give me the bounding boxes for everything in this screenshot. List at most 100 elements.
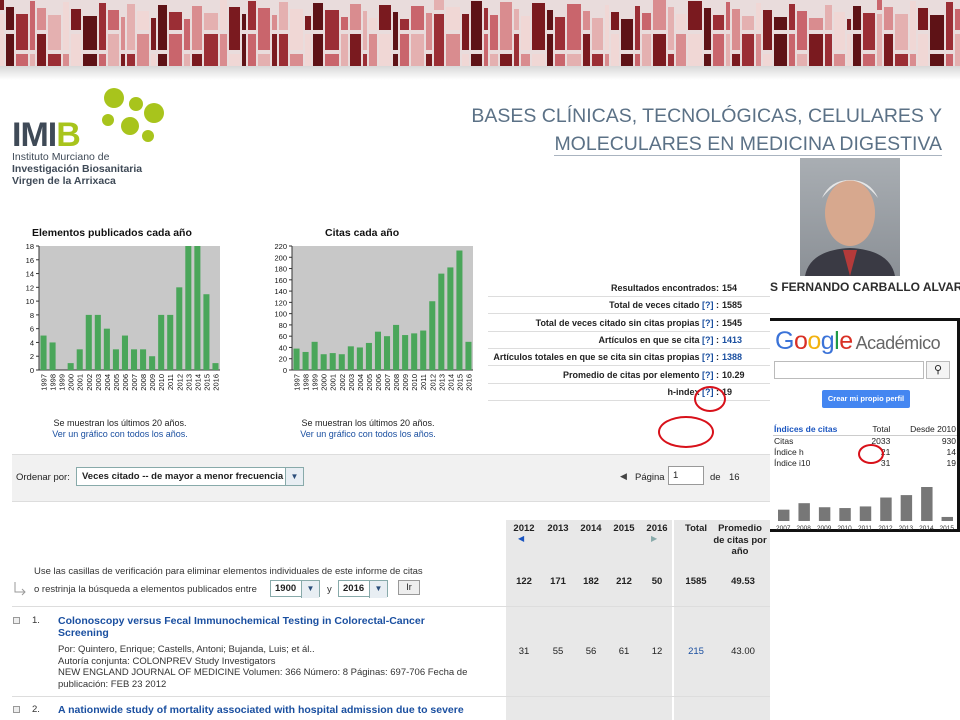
all-years-link-elements[interactable]: Ver un gráfico con todos los años.	[20, 429, 220, 440]
y-tick-label: 80	[279, 321, 287, 330]
sort-bar: Ordenar por: Veces citado -- de mayor a …	[12, 454, 770, 502]
logo-line-2: Investigación Biosanitaria	[12, 163, 143, 175]
chart-bar	[338, 354, 345, 370]
x-tick-label: 2001	[76, 374, 85, 391]
scholar-bar	[839, 508, 851, 521]
to-year-select[interactable]: 2016 ▼	[338, 580, 388, 598]
x-tick-label: 2001	[329, 374, 338, 391]
sort-select[interactable]: Veces citado -- de mayor a menor frecuen…	[76, 467, 304, 486]
citation-count: 55	[552, 646, 564, 657]
chart-bar	[131, 349, 138, 370]
magnifier-icon[interactable]: ⚲	[926, 361, 950, 379]
x-tick-label: 2002	[338, 374, 347, 391]
help-link[interactable]: [?]	[702, 300, 714, 310]
stat-row: Total de veces citado [?] :1585	[488, 297, 770, 315]
x-tick-label: 2015	[202, 374, 211, 391]
citation-report: Elementos publicados cada año 0 2 4 6 8 10 12 1…	[12, 218, 770, 720]
chart-bar	[149, 356, 156, 370]
summary-value: 122	[516, 576, 532, 587]
scholar-bar	[941, 516, 953, 521]
x-tick-label: 2003	[94, 374, 103, 391]
all-years-link-citations[interactable]: Ver un gráfico con todos los años.	[268, 429, 468, 440]
chart-bar	[384, 336, 391, 370]
y-tick-label: 16	[26, 256, 34, 265]
y-tick-label: 0	[283, 366, 287, 375]
x-tick-label: 2008	[139, 374, 148, 391]
help-link[interactable]: [?]	[702, 335, 714, 345]
x-tick-label: 2013	[184, 374, 193, 391]
chart-bar	[429, 301, 436, 370]
stat-value[interactable]: 1413	[722, 332, 742, 348]
x-tick-label: 2014	[193, 374, 202, 391]
chart-note-elements: Se muestran los últimos 20 años. Ver un g…	[20, 418, 220, 440]
y-tick-label: 140	[274, 287, 287, 296]
y-tick-label: 20	[279, 355, 287, 364]
article-coauthors: Autoría conjunta: COLONPREV Study Invest…	[58, 656, 276, 667]
year-header: 2012	[513, 523, 535, 534]
chart-bar	[67, 363, 74, 370]
x-tick-label: 2003	[347, 374, 356, 391]
scholar-year-label: 2008	[796, 525, 811, 531]
row-checkbox[interactable]	[13, 706, 20, 713]
scroll-right-icon[interactable]: ▶	[651, 534, 657, 543]
scholar-search-input[interactable]	[774, 361, 924, 379]
x-tick-label: 2010	[157, 374, 166, 391]
chart-bar	[365, 342, 372, 370]
restrict-text: o restrinja la búsqueda a elementos publ…	[34, 584, 257, 595]
x-tick-label: 2005	[112, 374, 121, 391]
scholar-bar	[778, 509, 790, 521]
stat-label: Artículos totales en que se cita sin cit…	[493, 352, 719, 363]
scholar-bar	[859, 506, 872, 521]
x-tick-label: 2002	[85, 374, 94, 391]
stat-label: Resultados encontrados:	[610, 283, 719, 293]
scholar-bar	[798, 503, 810, 521]
stat-value[interactable]: 1388	[722, 349, 742, 365]
page-input[interactable]: 1	[668, 466, 704, 485]
chart-bar	[103, 328, 110, 370]
article-title-link[interactable]: A nationwide study of mortality associat…	[58, 704, 464, 716]
x-tick-label: 2000	[320, 374, 329, 391]
chart-bar	[203, 294, 210, 370]
citation-count: 12	[651, 646, 663, 657]
elements-per-year-chart: 0246810121416181997 1998 1999 2000 2001 2002 2…	[26, 242, 221, 391]
year-header: 2014	[580, 523, 602, 534]
chevron-down-icon: ▼	[301, 581, 319, 598]
scholar-bar	[921, 487, 933, 521]
stat-label: Artículos en que se cita [?] :	[598, 334, 719, 345]
total-citations-link[interactable]: 215	[676, 646, 716, 657]
slide-title-line-2: MOLECULARES EN MEDICINA DIGESTIVA	[554, 133, 942, 156]
highlight-circle-h-index-19	[694, 386, 726, 412]
create-profile-button[interactable]: Crear mi propio perfil	[822, 390, 910, 408]
x-tick-label: 2016	[464, 374, 473, 391]
help-link[interactable]: [?]	[702, 318, 714, 328]
x-tick-label: 2007	[130, 374, 139, 391]
y-tick-label: 18	[26, 242, 34, 251]
page-label: Página	[635, 472, 665, 483]
x-tick-label: 1999	[311, 374, 320, 391]
scholar-year-label: 2014	[919, 525, 934, 531]
chart-bar	[94, 314, 101, 370]
corner-arrow-icon	[14, 582, 26, 596]
page-of-label: de	[710, 472, 721, 483]
prev-page-icon[interactable]: ◀	[620, 471, 627, 482]
scholar-year-label: 2009	[817, 525, 832, 531]
x-tick-label: 2011	[166, 374, 175, 390]
x-tick-label: 2008	[392, 374, 401, 391]
citations-per-year-chart: 0 20 40 60 80 100 120 140 160 180 200 220 1997 1998 19…	[274, 242, 473, 391]
help-link[interactable]: [?]	[702, 370, 714, 380]
highlight-circle-total-215	[658, 416, 714, 448]
help-link[interactable]: [?]	[702, 352, 714, 362]
x-tick-label: 2014	[446, 374, 455, 391]
article-date: publicación: FEB 23 2012	[58, 679, 167, 690]
row-checkbox[interactable]	[13, 617, 20, 624]
chart-bar	[140, 349, 147, 370]
stat-row: Artículos totales en que se cita sin cit…	[488, 349, 770, 367]
go-button[interactable]: Ir	[398, 580, 420, 595]
stat-label: Total de veces citado sin citas propias …	[535, 317, 719, 328]
stat-row: Promedio de citas por elemento [?] :10.2…	[488, 367, 770, 384]
scroll-left-icon[interactable]: ◀	[518, 534, 524, 543]
article-title-link[interactable]: Colonoscopy versus Fecal Immunochemical …	[58, 615, 425, 639]
chevron-down-icon: ▼	[369, 581, 387, 598]
from-year-select[interactable]: 1900 ▼	[270, 580, 320, 598]
x-tick-label: 1999	[58, 374, 67, 391]
